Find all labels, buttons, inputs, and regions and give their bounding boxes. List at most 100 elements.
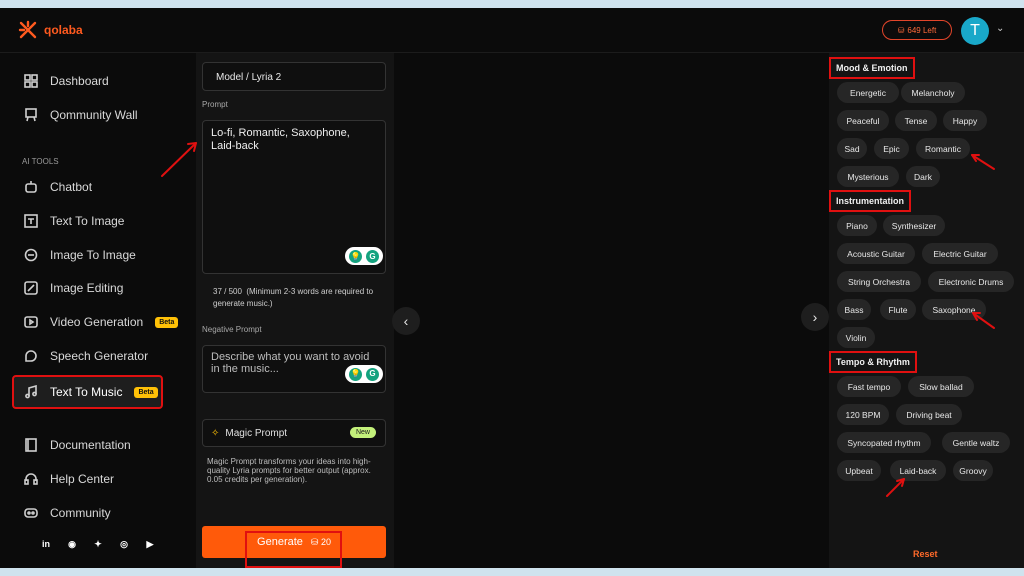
tag-chip[interactable]: Fast tempo bbox=[837, 376, 901, 397]
tag-chip[interactable]: 120 BPM bbox=[837, 404, 889, 425]
credits-badge[interactable]: ⛁ 649 Left bbox=[882, 20, 952, 40]
grammarly-widget[interactable]: 💡 G bbox=[345, 365, 383, 383]
tag-chip[interactable]: Electronic Drums bbox=[928, 271, 1014, 292]
tag-chip[interactable]: Laid-back bbox=[890, 460, 946, 481]
tag-chip[interactable]: Peaceful bbox=[837, 110, 889, 131]
grammarly-icon: G bbox=[366, 367, 379, 381]
book-icon bbox=[25, 438, 37, 452]
video-icon bbox=[24, 316, 38, 328]
magic-prompt-description: Magic Prompt transforms your ideas into … bbox=[207, 457, 371, 484]
tag-chip[interactable]: Driving beat bbox=[896, 404, 962, 425]
tag-chip[interactable]: Violin bbox=[837, 327, 875, 348]
sidebar-item-text-to-image[interactable]: Text To Image bbox=[14, 206, 184, 236]
avatar[interactable]: T bbox=[961, 17, 989, 45]
image-swap-icon bbox=[24, 248, 38, 262]
tag-chip[interactable]: Happy bbox=[943, 110, 987, 131]
expand-right-button[interactable]: › bbox=[801, 303, 829, 331]
prompt-textarea[interactable]: Lo-fi, Romantic, Saxophone, Laid-back 💡 … bbox=[202, 120, 386, 274]
prompt-label: Prompt bbox=[202, 100, 228, 109]
sidebar-item-label: Qommunity Wall bbox=[50, 108, 138, 122]
tag-chip[interactable]: Romantic bbox=[916, 138, 970, 159]
tag-chip[interactable]: Upbeat bbox=[837, 460, 881, 481]
tag-chip[interactable]: Tense bbox=[895, 110, 937, 131]
tag-panel: Mood & Emotion Energetic Melancholy Peac… bbox=[829, 53, 1024, 568]
sidebar-item-label: Image To Image bbox=[50, 248, 136, 262]
new-badge: New bbox=[349, 427, 376, 438]
board-icon bbox=[25, 108, 37, 122]
highlight-box bbox=[245, 531, 342, 568]
sidebar-item-dashboard[interactable]: Dashboard bbox=[14, 66, 184, 96]
discord-icon[interactable]: ◉ bbox=[66, 538, 78, 550]
robot-icon bbox=[25, 181, 37, 193]
youtube-icon[interactable]: ▶ bbox=[144, 538, 156, 550]
tag-chip[interactable]: Electric Guitar bbox=[922, 243, 998, 264]
tag-chip[interactable]: Mysterious bbox=[837, 166, 899, 187]
image-text-icon bbox=[24, 214, 38, 228]
section-label-ai-tools: AI TOOLS bbox=[22, 157, 59, 166]
sidebar-item-documentation[interactable]: Documentation bbox=[14, 430, 184, 460]
model-select[interactable]: Model / Lyria 2 bbox=[202, 62, 386, 91]
logo[interactable]: qolaba bbox=[18, 20, 83, 40]
tag-chip[interactable]: Sad bbox=[837, 138, 867, 159]
tag-chip[interactable]: Melancholy bbox=[901, 82, 965, 103]
tag-chip[interactable]: Syncopated rhythm bbox=[837, 432, 931, 453]
char-count-value: 37 / 500 bbox=[213, 287, 242, 296]
sidebar: Dashboard Qommunity Wall AI TOOLS Chatbo… bbox=[0, 53, 196, 568]
twitter-icon[interactable]: ✦ bbox=[92, 538, 104, 550]
tag-chip[interactable]: String Orchestra bbox=[837, 271, 921, 292]
app-window: qolaba ⛁ 649 Left T ⌄ Dashboard Qommunit… bbox=[0, 8, 1024, 568]
lightbulb-icon: 💡 bbox=[349, 367, 362, 381]
sidebar-item-label: Help Center bbox=[50, 472, 115, 486]
instagram-icon[interactable]: ◎ bbox=[118, 538, 130, 550]
chevron-down-icon[interactable]: ⌄ bbox=[996, 23, 1004, 34]
negative-prompt-textarea[interactable]: Describe what you want to avoid in the m… bbox=[202, 345, 386, 393]
magic-wand-icon: ✧ bbox=[211, 427, 220, 439]
music-icon bbox=[25, 385, 37, 399]
sidebar-item-help-center[interactable]: Help Center bbox=[14, 464, 184, 494]
tag-chip[interactable]: Slow ballad bbox=[908, 376, 974, 397]
char-count: 37 / 500 (Minimum 2-3 words are required… bbox=[213, 286, 393, 310]
sidebar-item-label: Image Editing bbox=[50, 281, 124, 295]
tag-chip[interactable]: Acoustic Guitar bbox=[837, 243, 915, 264]
instrumentation-section-title: Instrumentation bbox=[829, 190, 912, 212]
linkedin-icon[interactable]: in bbox=[40, 538, 52, 550]
sidebar-item-chatbot[interactable]: Chatbot bbox=[14, 172, 184, 202]
sidebar-item-community[interactable]: Community bbox=[14, 498, 184, 528]
coins-icon: ⛁ bbox=[897, 25, 905, 35]
beta-badge: Beta bbox=[134, 386, 158, 398]
tag-chip[interactable]: Dark bbox=[906, 166, 940, 187]
sidebar-item-image-editing[interactable]: Image Editing bbox=[14, 273, 184, 303]
prompt-text: Lo-fi, Romantic, Saxophone, Laid-back bbox=[211, 127, 350, 152]
sidebar-item-text-to-music[interactable]: Text To Music Beta bbox=[12, 375, 163, 409]
tag-chip[interactable]: Flute bbox=[880, 299, 916, 320]
tag-chip[interactable]: Epic bbox=[874, 138, 909, 159]
sidebar-item-label: Chatbot bbox=[50, 180, 93, 194]
grid-icon bbox=[24, 74, 38, 88]
top-bar: qolaba ⛁ 649 Left T ⌄ bbox=[0, 8, 1024, 53]
beta-badge: Beta bbox=[155, 316, 179, 328]
social-links: in ◉ ✦ ◎ ▶ bbox=[40, 538, 156, 550]
tag-chip[interactable]: Groovy bbox=[953, 460, 993, 481]
tag-chip[interactable]: Energetic bbox=[837, 82, 899, 103]
tag-chip[interactable]: Piano bbox=[837, 215, 877, 236]
sidebar-item-video-generation[interactable]: Video Generation Beta bbox=[14, 307, 184, 337]
logo-text: qolaba bbox=[44, 23, 83, 37]
sidebar-item-label: Text To Image bbox=[50, 214, 125, 228]
generator-form: Model / Lyria 2 Prompt Lo-fi, Romantic, … bbox=[196, 53, 394, 568]
lightbulb-icon: 💡 bbox=[349, 249, 362, 263]
reset-button[interactable]: Reset bbox=[913, 549, 938, 559]
tag-chip[interactable]: Gentle waltz bbox=[942, 432, 1010, 453]
magic-prompt-toggle[interactable]: ✧ Magic Prompt New bbox=[202, 419, 386, 447]
edit-icon bbox=[24, 281, 38, 295]
tag-chip[interactable]: Saxophone bbox=[922, 299, 986, 320]
sidebar-item-image-to-image[interactable]: Image To Image bbox=[14, 240, 184, 270]
grammarly-widget[interactable]: 💡 G bbox=[345, 247, 383, 265]
tag-chip[interactable]: Synthesizer bbox=[883, 215, 945, 236]
negative-prompt-label: Negative Prompt bbox=[202, 325, 262, 334]
tag-chip[interactable]: Bass bbox=[837, 299, 871, 320]
sidebar-item-label: Community bbox=[50, 506, 111, 520]
sidebar-item-speech-generator[interactable]: Speech Generator bbox=[14, 341, 184, 371]
qolaba-logo-icon bbox=[18, 20, 37, 39]
sidebar-item-qommunity-wall[interactable]: Qommunity Wall bbox=[14, 100, 184, 130]
collapse-left-button[interactable]: ‹ bbox=[392, 307, 420, 335]
